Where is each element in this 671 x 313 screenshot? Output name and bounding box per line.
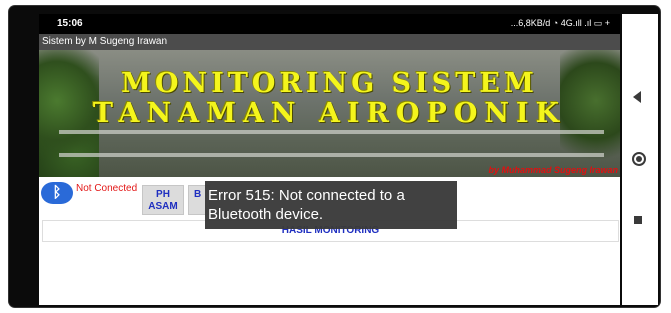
greenhouse-rail [59, 130, 604, 134]
ph-asam-button[interactable]: PH ASAM [142, 185, 184, 215]
banner-title-line1: MONITORING SISTEM [121, 68, 538, 99]
status-indicators: ...6,8KB/d ◔ 4G.ıll .ıl ▭ + [510, 18, 610, 28]
app-title: Sistem by M Sugeng Irawan [42, 36, 168, 47]
connection-status: Not Conected [76, 183, 138, 194]
app-screen: 15:06 ...6,8KB/d ◔ 4G.ıll .ıl ▭ + Sistem… [39, 14, 620, 305]
error-toast: Error 515: Not connected to a Bluetooth … [205, 181, 457, 229]
recent-apps-square-icon[interactable] [634, 216, 642, 224]
ph-asam-label: PH ASAM [148, 189, 178, 212]
system-nav-bar [622, 14, 658, 305]
b-button-label: B [194, 189, 202, 200]
banner-credit: by Muhammad Sugeng Irawan [488, 165, 618, 175]
greenhouse-rail [59, 153, 604, 157]
app-title-bar: Sistem by M Sugeng Irawan [39, 34, 620, 50]
home-circle-icon[interactable] [632, 152, 646, 166]
header-banner-image: MONITORING SISTEM TANAMAN AIROPONIK by M… [39, 50, 620, 177]
back-triangle-icon[interactable] [633, 91, 641, 103]
error-toast-message: Error 515: Not connected to a Bluetooth … [208, 187, 405, 223]
status-bar: 15:06 ...6,8KB/d ◔ 4G.ıll .ıl ▭ + [39, 14, 620, 34]
status-time: 15:06 [57, 18, 83, 29]
bluetooth-icon[interactable]: ᛒ [41, 182, 73, 204]
banner-title-line2: TANAMAN AIROPONIK [92, 98, 567, 129]
